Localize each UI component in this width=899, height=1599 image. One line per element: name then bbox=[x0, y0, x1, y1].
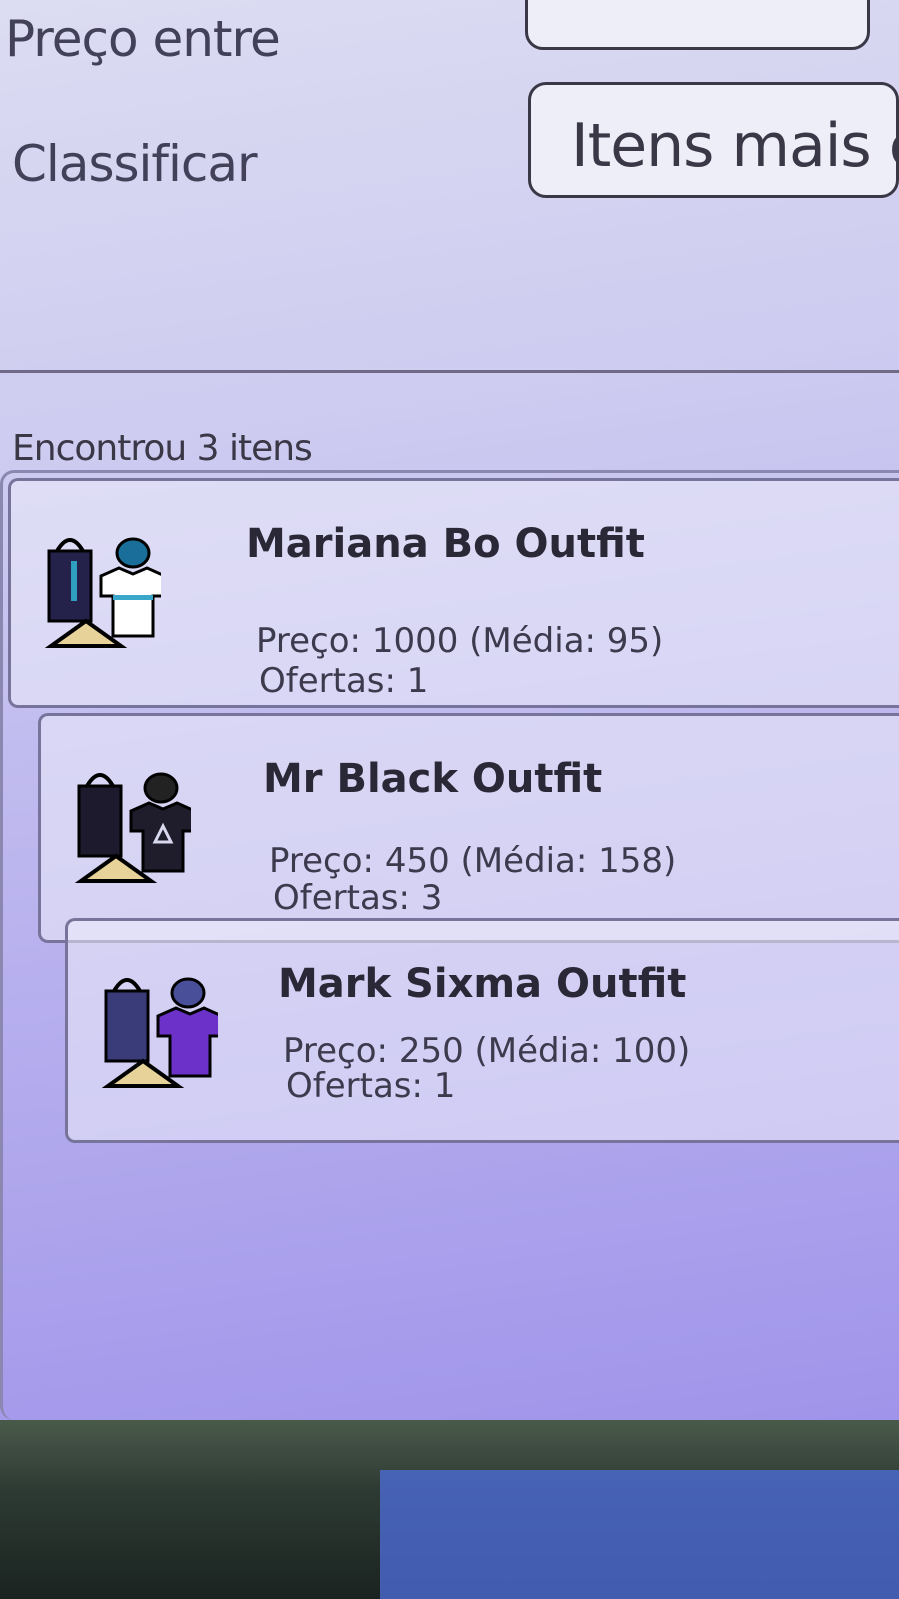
results-count: Encontrou 3 itens bbox=[12, 428, 313, 469]
sort-select-value: Itens mais c bbox=[571, 111, 899, 181]
catalog-window: Preço entre Classificar Itens mais c Enc… bbox=[0, 0, 899, 1440]
item-name: Mariana Bo Outfit bbox=[246, 521, 645, 567]
item-price: Preço: 250 (Média: 100) bbox=[283, 1031, 691, 1071]
outfit-icon bbox=[74, 772, 191, 883]
price-range-label: Preço entre bbox=[5, 10, 281, 68]
list-item[interactable]: Mariana Bo Outfit Preço: 1000 (Média: 95… bbox=[8, 478, 899, 708]
item-offers: Ofertas: 1 bbox=[259, 661, 429, 701]
outfit-icon bbox=[44, 537, 161, 648]
sort-label: Classificar bbox=[12, 135, 258, 193]
game-floor-strip bbox=[380, 1470, 899, 1599]
shirt-shape bbox=[156, 1006, 218, 1078]
item-offers: Ofertas: 1 bbox=[286, 1066, 456, 1106]
sort-select[interactable]: Itens mais c bbox=[528, 82, 899, 198]
results-list: Mariana Bo Outfit Preço: 1000 (Média: 95… bbox=[0, 470, 899, 1420]
outfit-icon bbox=[101, 977, 218, 1088]
list-item[interactable]: Mark Sixma Outfit Preço: 250 (Média: 100… bbox=[65, 918, 899, 1143]
shirt-shape bbox=[129, 801, 191, 873]
item-offers: Ofertas: 3 bbox=[273, 878, 443, 918]
divider bbox=[0, 370, 899, 373]
price-range-input[interactable] bbox=[525, 0, 870, 50]
item-price: Preço: 450 (Média: 158) bbox=[269, 841, 677, 881]
list-item[interactable]: Mr Black Outfit Preço: 450 (Média: 158) … bbox=[38, 713, 899, 943]
shirt-shape bbox=[99, 566, 161, 638]
item-name: Mark Sixma Outfit bbox=[278, 961, 687, 1007]
item-price: Preço: 1000 (Média: 95) bbox=[256, 621, 664, 661]
item-name: Mr Black Outfit bbox=[263, 756, 603, 802]
